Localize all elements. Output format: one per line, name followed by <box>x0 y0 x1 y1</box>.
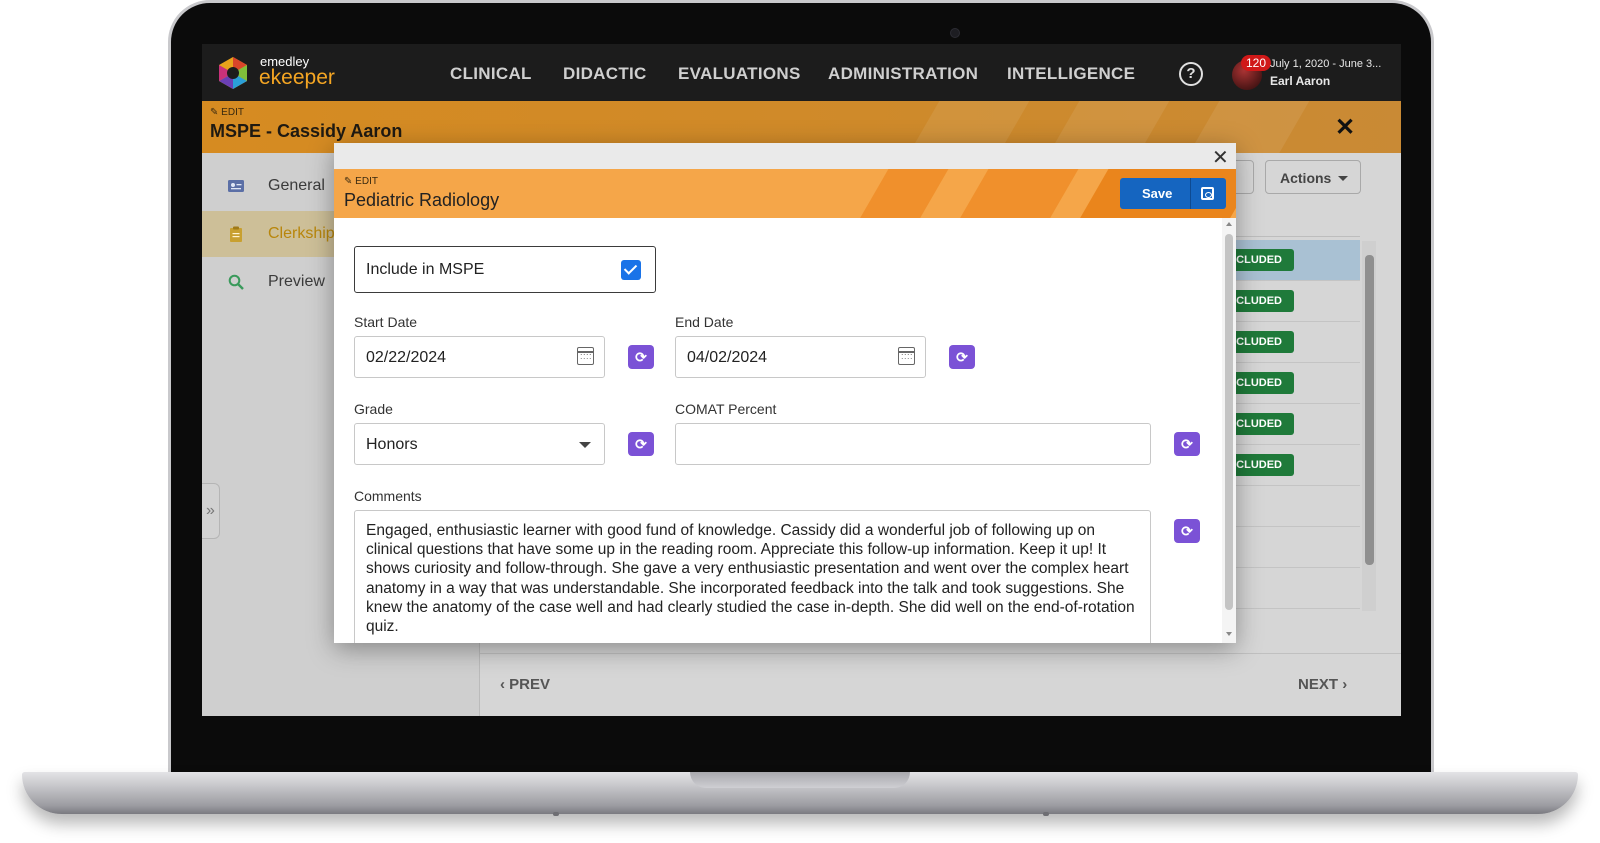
modal-scrollbar[interactable] <box>1222 218 1236 643</box>
grade-value: Honors <box>366 436 418 453</box>
sidebar-item-label: Clerkships <box>268 225 343 242</box>
close-icon[interactable]: ✕ <box>1335 113 1355 142</box>
nav-administration[interactable]: ADMINISTRATION <box>828 64 978 84</box>
prev-label: PREV <box>509 676 551 693</box>
save-label: Save <box>1142 186 1173 201</box>
sync-icon[interactable]: ⟳ <box>1174 519 1200 543</box>
save-disk-icon <box>1201 187 1214 200</box>
laptop-foot <box>1043 812 1049 816</box>
calendar-icon[interactable] <box>576 347 594 365</box>
caret-down-icon <box>579 442 591 448</box>
include-in-mspe-field[interactable]: Include in MSPE <box>354 246 656 293</box>
help-icon[interactable]: ? <box>1179 62 1203 86</box>
sidebar-item-label: Preview <box>268 273 325 290</box>
clipboard-icon <box>230 226 242 242</box>
save-button[interactable]: Save <box>1120 178 1226 209</box>
search-icon <box>228 274 244 290</box>
end-date-field[interactable]: 04/02/2024 <box>675 336 926 378</box>
start-date-value: 02/22/2024 <box>366 349 447 366</box>
start-date-field[interactable]: 02/22/2024 <box>354 336 605 378</box>
nav-didactic[interactable]: DIDACTIC <box>563 64 647 84</box>
prev-button[interactable]: ‹ PREV <box>500 676 550 693</box>
chevron-right-icon: › <box>1342 676 1348 693</box>
edit-tag-label: EDIT <box>355 176 378 187</box>
next-button[interactable]: NEXT › <box>1298 676 1347 693</box>
scrollbar-thumb[interactable] <box>1225 234 1233 610</box>
sync-icon[interactable]: ⟳ <box>1174 432 1200 456</box>
comments-label: Comments <box>354 488 422 504</box>
modal-title: Pediatric Radiology <box>344 190 500 210</box>
edit-tag: ✎ EDIT <box>210 107 244 118</box>
date-range[interactable]: July 1, 2020 - June 3... <box>1270 58 1390 70</box>
actions-label: Actions <box>1280 170 1332 186</box>
close-icon[interactable]: ✕ <box>1212 145 1229 170</box>
grade-label: Grade <box>354 401 393 417</box>
actions-button[interactable]: Actions <box>1265 160 1361 194</box>
caret-down-icon <box>1338 176 1348 181</box>
include-label: Include in MSPE <box>366 261 485 278</box>
id-card-icon <box>228 180 244 192</box>
page-title: MSPE - Cassidy Aaron <box>210 121 403 141</box>
sync-icon[interactable]: ⟳ <box>628 345 654 369</box>
nav-intelligence[interactable]: INTELLIGENCE <box>1007 64 1135 84</box>
include-checkbox[interactable] <box>621 260 641 280</box>
scroll-up-icon[interactable] <box>1226 222 1232 226</box>
sync-icon[interactable]: ⟳ <box>628 432 654 456</box>
modal-body: Include in MSPE Start Date 02/22/2024 ⟳ … <box>334 218 1222 643</box>
comments-textarea[interactable]: Engaged, enthusiastic learner with good … <box>354 510 1151 643</box>
comat-percent-label: COMAT Percent <box>675 401 777 417</box>
nav-clinical[interactable]: CLINICAL <box>450 64 532 84</box>
edit-tag: ✎ EDIT <box>344 176 378 187</box>
pager: ‹ PREV NEXT › <box>480 653 1401 716</box>
next-label: NEXT <box>1298 676 1339 693</box>
end-date-value: 04/02/2024 <box>687 349 768 366</box>
modal-topbar <box>334 143 1236 169</box>
camera-icon <box>950 28 960 38</box>
table-scrollbar[interactable] <box>1362 241 1376 611</box>
ekeeper-logo-icon[interactable] <box>216 56 250 90</box>
calendar-icon[interactable] <box>897 347 915 365</box>
start-date-label: Start Date <box>354 314 418 330</box>
screen: emedley ekeeper CLINICAL DIDACTIC EVALUA… <box>202 44 1401 716</box>
modal-header: ✎ EDIT Pediatric Radiology Save <box>334 169 1236 218</box>
edit-modal: ✕ ✎ EDIT Pediatric Radiology Save Includ… <box>334 143 1236 643</box>
brand-main: ekeeper <box>259 66 335 89</box>
chevron-left-icon: ‹ <box>500 676 505 693</box>
sync-icon[interactable]: ⟳ <box>949 345 975 369</box>
comat-percent-field[interactable] <box>675 423 1151 465</box>
scroll-down-icon[interactable] <box>1226 632 1232 636</box>
user-name[interactable]: Earl Aaron <box>1270 74 1330 88</box>
sidebar-item-label: General <box>268 177 325 194</box>
edit-tag-label: EDIT <box>221 107 244 118</box>
notification-badge[interactable]: 120 <box>1241 55 1272 71</box>
scrollbar-thumb[interactable] <box>1365 255 1374 565</box>
expand-sidebar-icon[interactable]: » <box>202 483 220 539</box>
nav-evaluations[interactable]: EVALUATIONS <box>678 64 801 84</box>
grade-select[interactable]: Honors <box>354 423 605 465</box>
top-nav: emedley ekeeper CLINICAL DIDACTIC EVALUA… <box>202 44 1401 101</box>
laptop-notch <box>690 772 910 788</box>
end-date-label: End Date <box>675 314 734 330</box>
laptop-foot <box>553 812 559 816</box>
